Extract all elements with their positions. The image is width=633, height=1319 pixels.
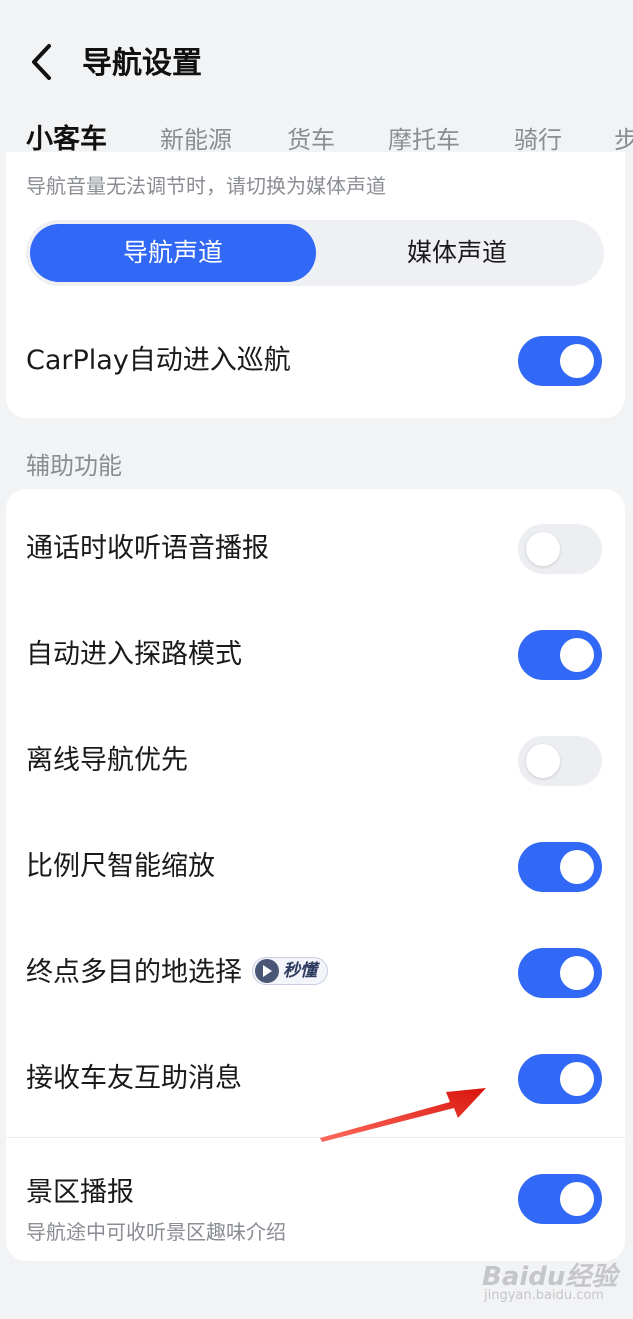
- back-button[interactable]: [22, 40, 62, 84]
- badge-label: 秒懂: [283, 960, 317, 981]
- watermark: Baidu经验 jingyan.baidu.com: [482, 1248, 632, 1308]
- setting-label: 比例尺智能缩放: [26, 851, 215, 882]
- setting-label: 景区播报: [26, 1177, 134, 1208]
- toggle-knob: [560, 1062, 594, 1096]
- explore-mode-toggle[interactable]: [518, 630, 602, 680]
- rider-help-toggle[interactable]: [518, 1054, 602, 1104]
- setting-label: 离线导航优先: [26, 745, 188, 776]
- toggle-knob: [560, 850, 594, 884]
- setting-row-multi-destination: 终点多目的地选择 秒懂: [6, 920, 625, 1026]
- top-bar: 导航设置: [0, 0, 633, 112]
- toggle-knob: [526, 744, 560, 778]
- watermark-url: jingyan.baidu.com: [484, 1288, 604, 1303]
- media-channel-option[interactable]: 媒体声道: [314, 224, 600, 282]
- setting-row-smart-zoom: 比例尺智能缩放: [6, 814, 625, 920]
- channel-segmented-control: 导航声道 媒体声道: [26, 220, 604, 286]
- nav-channel-option[interactable]: 导航声道: [30, 224, 316, 282]
- carplay-toggle[interactable]: [518, 336, 602, 386]
- page-title: 导航设置: [82, 46, 202, 81]
- setting-row-call-voice: 通话时收听语音播报: [6, 496, 625, 602]
- row-divider: [6, 1137, 625, 1138]
- toggle-knob: [560, 956, 594, 990]
- annotation-arrow-icon: [320, 1088, 486, 1142]
- audio-settings-card: 导航音量无法调节时，请切换为媒体声道 导航声道 媒体声道 CarPlay自动进入…: [6, 152, 625, 418]
- toggle-knob: [560, 344, 594, 378]
- channel-hint: 导航音量无法调节时，请切换为媒体声道: [26, 174, 386, 198]
- setting-description: 导航途中可收听景区趣味介绍: [26, 1220, 286, 1244]
- section-title-assist: 辅助功能: [26, 452, 122, 480]
- setting-label: 接收车友互助消息: [26, 1063, 242, 1094]
- toggle-knob: [560, 638, 594, 672]
- setting-row-rider-help: 接收车友互助消息: [6, 1026, 625, 1132]
- call-voice-toggle[interactable]: [518, 524, 602, 574]
- setting-label: 终点多目的地选择 秒懂: [26, 920, 328, 1026]
- multi-destination-toggle[interactable]: [518, 948, 602, 998]
- explainer-badge[interactable]: 秒懂: [252, 956, 328, 985]
- setting-label: 自动进入探路模式: [26, 639, 242, 670]
- setting-row-carplay: CarPlay自动进入巡航: [6, 308, 625, 414]
- setting-row-scenic-broadcast: 景区播报 导航途中可收听景区趣味介绍: [6, 1146, 625, 1252]
- offline-nav-toggle[interactable]: [518, 736, 602, 786]
- setting-row-explore-mode: 自动进入探路模式: [6, 602, 625, 708]
- scenic-broadcast-toggle[interactable]: [518, 1174, 602, 1224]
- setting-label: 通话时收听语音播报: [26, 533, 269, 564]
- setting-label-text: 终点多目的地选择: [26, 957, 242, 988]
- toggle-knob: [526, 532, 560, 566]
- setting-label: CarPlay自动进入巡航: [26, 345, 291, 376]
- play-icon: [255, 958, 279, 983]
- smart-zoom-toggle[interactable]: [518, 842, 602, 892]
- toggle-knob: [560, 1182, 594, 1216]
- assist-settings-card: 通话时收听语音播报 自动进入探路模式 离线导航优先 比例尺智能缩放 终点多目的地…: [6, 489, 625, 1261]
- setting-row-offline-nav: 离线导航优先: [6, 708, 625, 814]
- chevron-left-icon: [32, 44, 51, 80]
